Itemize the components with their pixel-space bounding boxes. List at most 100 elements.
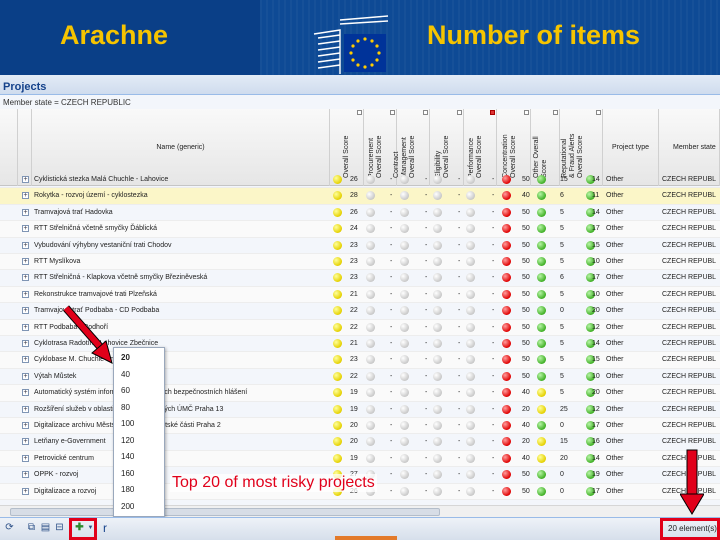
column-filter-checkbox[interactable] <box>357 110 362 115</box>
grey-status-dot-icon <box>400 306 409 316</box>
grey-status-dot-icon <box>366 437 375 447</box>
column-filter-checkbox[interactable] <box>457 110 462 115</box>
score-cell: - <box>425 192 428 200</box>
yellow-status-dot-icon <box>333 273 342 283</box>
grey-status-dot-icon <box>400 289 409 299</box>
annotation-caption: Top 20 of most risky projects <box>170 474 377 492</box>
green-status-dot-icon <box>537 240 546 250</box>
row-expander-icon[interactable]: + <box>22 274 29 282</box>
row-expander-icon[interactable]: + <box>22 356 29 364</box>
row-expander-icon[interactable]: + <box>22 290 29 298</box>
row-expander-icon[interactable]: + <box>22 487 29 495</box>
row-expander-icon[interactable]: + <box>22 176 29 183</box>
page-size-option[interactable]: 140 <box>114 450 164 463</box>
project-type-cell: Other <box>606 323 624 331</box>
page-size-option[interactable]: 180 <box>114 483 164 496</box>
row-expander-icon[interactable]: + <box>22 405 29 413</box>
project-type-cell: Other <box>606 208 624 216</box>
score-cell: 5 <box>560 323 564 331</box>
grey-status-dot-icon <box>466 240 475 250</box>
member-state-cell: CZECH REPUBL <box>662 389 717 397</box>
copy-icon[interactable]: ⧉ <box>26 522 37 534</box>
yellow-status-dot-icon <box>537 453 546 463</box>
column-filter-checkbox[interactable] <box>553 110 558 115</box>
score-cell: - <box>492 192 495 200</box>
grey-status-dot-icon <box>466 388 475 398</box>
table-row[interactable]: + Digitalizace archivu Městského úřadu Mě… <box>0 418 720 435</box>
grey-status-dot-icon <box>466 371 475 381</box>
row-expander-icon[interactable]: + <box>22 422 29 429</box>
score-cell: 26 <box>350 208 358 216</box>
score-cell: - <box>458 340 461 347</box>
row-expander-icon[interactable]: + <box>22 241 29 249</box>
table-row[interactable]: + Výtah Můstek 22 - - - - 50 5 10 Other CZECH REPUB… <box>0 369 720 386</box>
column-filter-checkbox-active[interactable] <box>490 110 495 115</box>
filter-icon[interactable]: ⊟ <box>54 522 65 534</box>
grey-status-dot-icon <box>466 486 475 496</box>
row-expander-icon[interactable]: + <box>22 208 29 216</box>
project-name-cell: Vybudování výhybny vestaniční trati Chod… <box>34 241 172 249</box>
table-row[interactable]: + Rozšíření služeb v oblasti ICT poskytov… <box>0 402 720 418</box>
score-cell: 11 <box>592 192 600 200</box>
page-size-option[interactable]: 120 <box>114 434 164 447</box>
row-expander-icon[interactable]: + <box>22 454 29 462</box>
column-filter-checkbox[interactable] <box>524 110 529 115</box>
yellow-status-dot-icon <box>333 371 342 381</box>
table-row[interactable]: + Petrovické centrum 19- - - -40 20 14 Other CZEC… <box>0 450 720 468</box>
banner-title-left: Arachne <box>60 20 169 50</box>
table-row[interactable]: + Rekonstrukce tramvajové trati Plzeňská 2… <box>0 286 720 304</box>
column-header-procurement-label: Procurement Overall Score <box>368 135 383 178</box>
score-cell: - <box>390 176 393 183</box>
score-cell: 5 <box>560 258 564 265</box>
score-cell: - <box>492 290 495 298</box>
yellow-status-dot-icon <box>333 224 342 234</box>
grey-status-dot-icon <box>366 339 375 348</box>
row-expander-icon[interactable]: + <box>22 372 29 380</box>
score-cell: - <box>425 389 428 397</box>
score-cell: 19 <box>350 454 358 462</box>
table-row[interactable]: + Tramvajová trať Hadovka 26 - - - - 50 5 14 Other… <box>0 205 720 222</box>
grey-status-dot-icon <box>400 240 409 250</box>
project-type-cell: Other <box>606 192 624 200</box>
score-cell: - <box>425 290 428 298</box>
row-expander-icon[interactable]: + <box>22 225 29 233</box>
table-row[interactable]: + Vybudování výhybny vestaniční trati Cho… <box>0 238 720 254</box>
table-row[interactable]: + RTT Střelničná - Klapkova včetně smyčky… <box>0 270 720 287</box>
row-expander-icon[interactable]: + <box>22 389 29 397</box>
page-size-option[interactable]: 20 <box>114 351 164 364</box>
export-icon[interactable]: ▤ <box>40 522 51 534</box>
column-filter-checkbox[interactable] <box>596 110 601 115</box>
table-row[interactable]: + Rokytka - rozvoj území - cyklostezka 28 -… <box>0 188 720 205</box>
table-row[interactable]: + Automatický systém informací a výstražn… <box>0 385 720 402</box>
yellow-status-dot-icon <box>333 388 342 398</box>
page-size-option[interactable]: 160 <box>114 467 164 480</box>
column-filter-checkbox[interactable] <box>423 110 428 115</box>
score-cell: - <box>458 471 461 479</box>
page-size-option[interactable]: 60 <box>114 384 164 397</box>
green-status-dot-icon <box>537 257 546 266</box>
horizontal-scrollbar[interactable] <box>0 505 720 517</box>
table-row[interactable]: + Letňany e-Government 20- - - -20 15 16 Other CZ… <box>0 434 720 451</box>
page-size-option[interactable]: 40 <box>114 368 164 381</box>
table-row[interactable]: + Cyklistická stezka Malá Chuchle - Lahov… <box>0 172 720 189</box>
refresh-icon[interactable]: ⟳ <box>4 522 15 534</box>
row-expander-icon[interactable]: + <box>22 307 29 315</box>
row-expander-icon[interactable]: + <box>22 323 29 331</box>
row-expander-icon[interactable]: + <box>22 192 29 200</box>
score-cell: 50 <box>522 307 530 315</box>
row-expander-icon[interactable]: + <box>22 340 29 347</box>
horizontal-scrollbar-thumb[interactable] <box>10 508 440 516</box>
row-expander-icon[interactable]: + <box>22 258 29 265</box>
table-row[interactable]: + RTT Střelničná včetně smyčky Ďáblická 24… <box>0 221 720 238</box>
score-cell: 23 <box>350 258 358 265</box>
table-row[interactable]: + RTT Myslíkova 23 - - - - 50 5 10 Other CZECH REPU… <box>0 254 720 271</box>
row-expander-icon[interactable]: + <box>22 438 29 446</box>
score-cell: - <box>390 241 393 249</box>
page-size-dropdown[interactable]: 20 40 60 80 100 120 140 160 180 200 <box>113 347 165 517</box>
page-size-option[interactable]: 80 <box>114 401 164 414</box>
row-expander-icon[interactable]: + <box>22 471 29 479</box>
project-type-cell: Other <box>606 307 624 315</box>
grey-status-dot-icon <box>366 257 375 266</box>
page-size-option[interactable]: 100 <box>114 417 164 430</box>
page-size-option[interactable]: 200 <box>114 500 164 513</box>
